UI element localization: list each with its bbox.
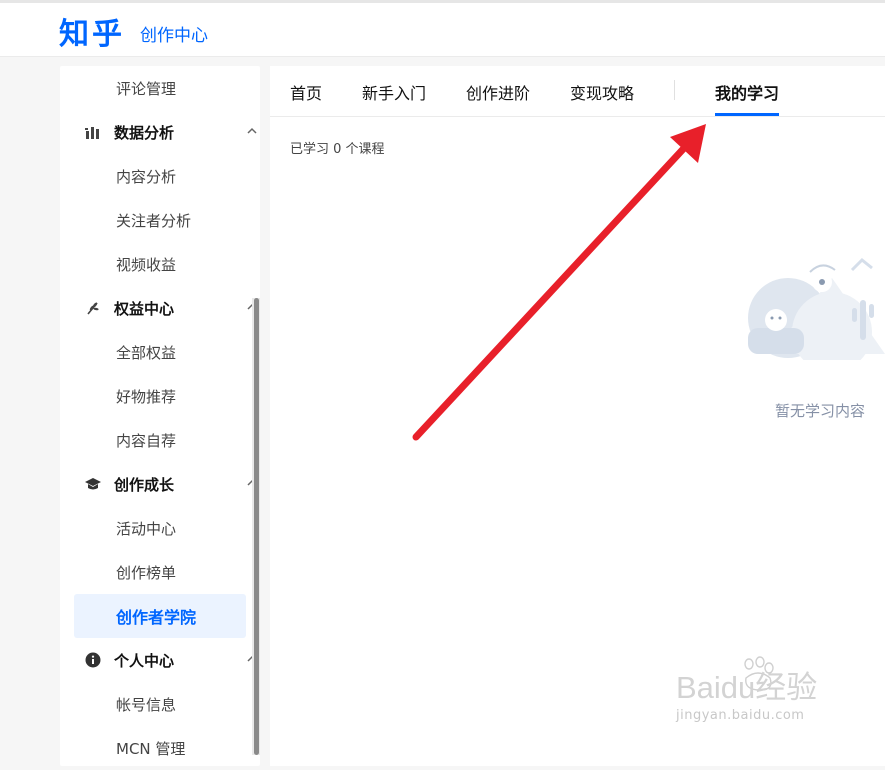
- baidu-watermark-logo: Baidu经验: [676, 656, 817, 704]
- annotation-arrow: [412, 124, 706, 441]
- watermark-logo-text: Baidu经验: [676, 670, 817, 704]
- watermark-url: jingyan.baidu.com: [676, 708, 805, 723]
